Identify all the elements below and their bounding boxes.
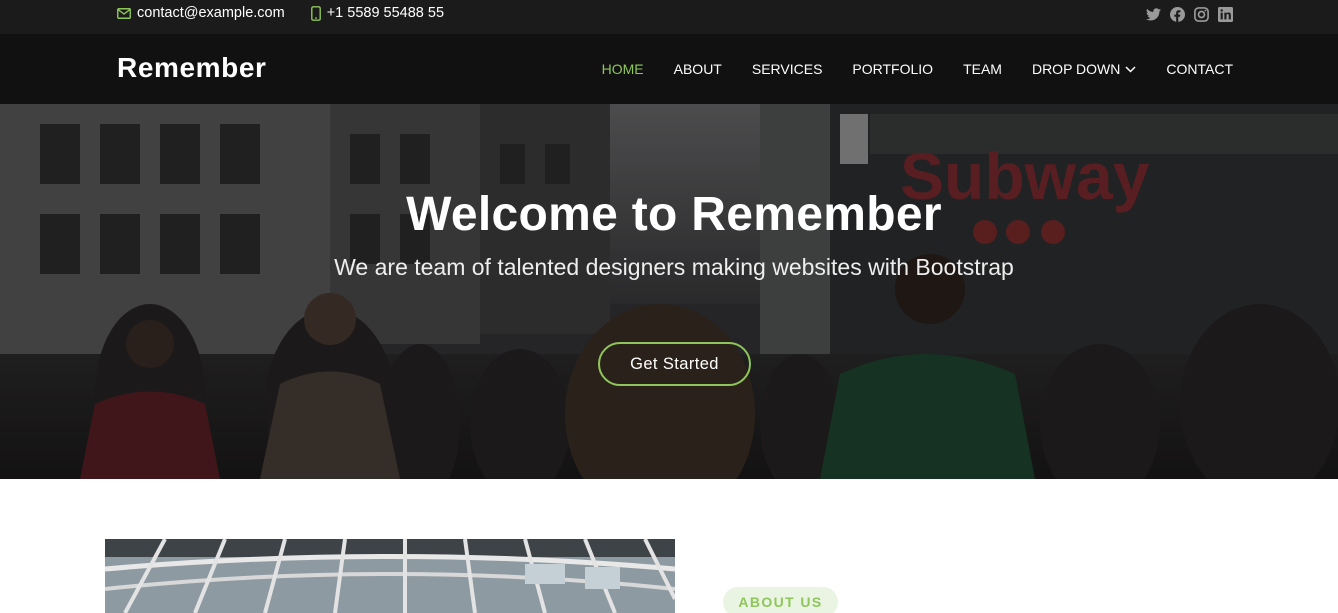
nav-team[interactable]: TEAM [963, 61, 1002, 77]
about-image [105, 539, 675, 613]
twitter-icon [1146, 8, 1161, 21]
instagram-icon [1194, 7, 1209, 22]
chevron-down-icon [1125, 65, 1136, 73]
about-us-badge: ABOUT US [723, 587, 838, 613]
nav-portfolio[interactable]: PORTFOLIO [852, 61, 933, 77]
phone-icon [310, 5, 321, 21]
hero-overlay [0, 104, 1338, 479]
site-logo[interactable]: Remember [117, 52, 267, 84]
topbar: contact@example.com +1 5589 55488 55 [0, 0, 1338, 34]
nav-home[interactable]: HOME [602, 61, 644, 77]
glass-roof-image [105, 539, 675, 613]
email-link[interactable]: contact@example.com [117, 5, 285, 21]
nav-home-label: HOME [601, 61, 644, 77]
nav-about-label: ABOUT [673, 61, 722, 77]
nav-about[interactable]: ABOUT [674, 61, 722, 77]
get-started-button[interactable]: Get Started [598, 342, 751, 386]
phone-link[interactable]: +1 5589 55488 55 [310, 5, 445, 21]
nav-dropdown-label: DROP DOWN [1031, 61, 1121, 77]
nav-services[interactable]: SERVICES [752, 61, 823, 77]
nav-dropdown[interactable]: DROP DOWN [1032, 61, 1136, 77]
envelope-icon [117, 7, 131, 19]
social-links [1137, 7, 1233, 22]
facebook-link[interactable] [1170, 7, 1185, 22]
hero-title: Welcome to Remember [406, 188, 942, 241]
main-nav: HOME ABOUT SERVICES PORTFOLIO TEAM DROP … [572, 61, 1233, 77]
linkedin-icon [1218, 7, 1233, 22]
instagram-link[interactable] [1194, 7, 1209, 22]
nav-services-label: SERVICES [751, 61, 823, 77]
email-text: contact@example.com [137, 5, 285, 21]
nav-team-label: TEAM [963, 61, 1002, 77]
twitter-link[interactable] [1146, 8, 1161, 21]
topbar-contact: contact@example.com +1 5589 55488 55 [117, 5, 470, 21]
linkedin-link[interactable] [1218, 7, 1233, 22]
nav-contact[interactable]: CONTACT [1166, 61, 1233, 77]
hero-subtitle: We are team of talented designers making… [334, 254, 1014, 280]
hero-section: Subway Welcome to Remember We are team o… [0, 104, 1338, 479]
site-header: Remember HOME ABOUT SERVICES PORTFOLIO T… [0, 34, 1338, 104]
facebook-icon [1170, 7, 1185, 22]
nav-portfolio-label: PORTFOLIO [852, 61, 934, 77]
nav-contact-label: CONTACT [1166, 61, 1233, 77]
phone-text: +1 5589 55488 55 [326, 5, 445, 21]
